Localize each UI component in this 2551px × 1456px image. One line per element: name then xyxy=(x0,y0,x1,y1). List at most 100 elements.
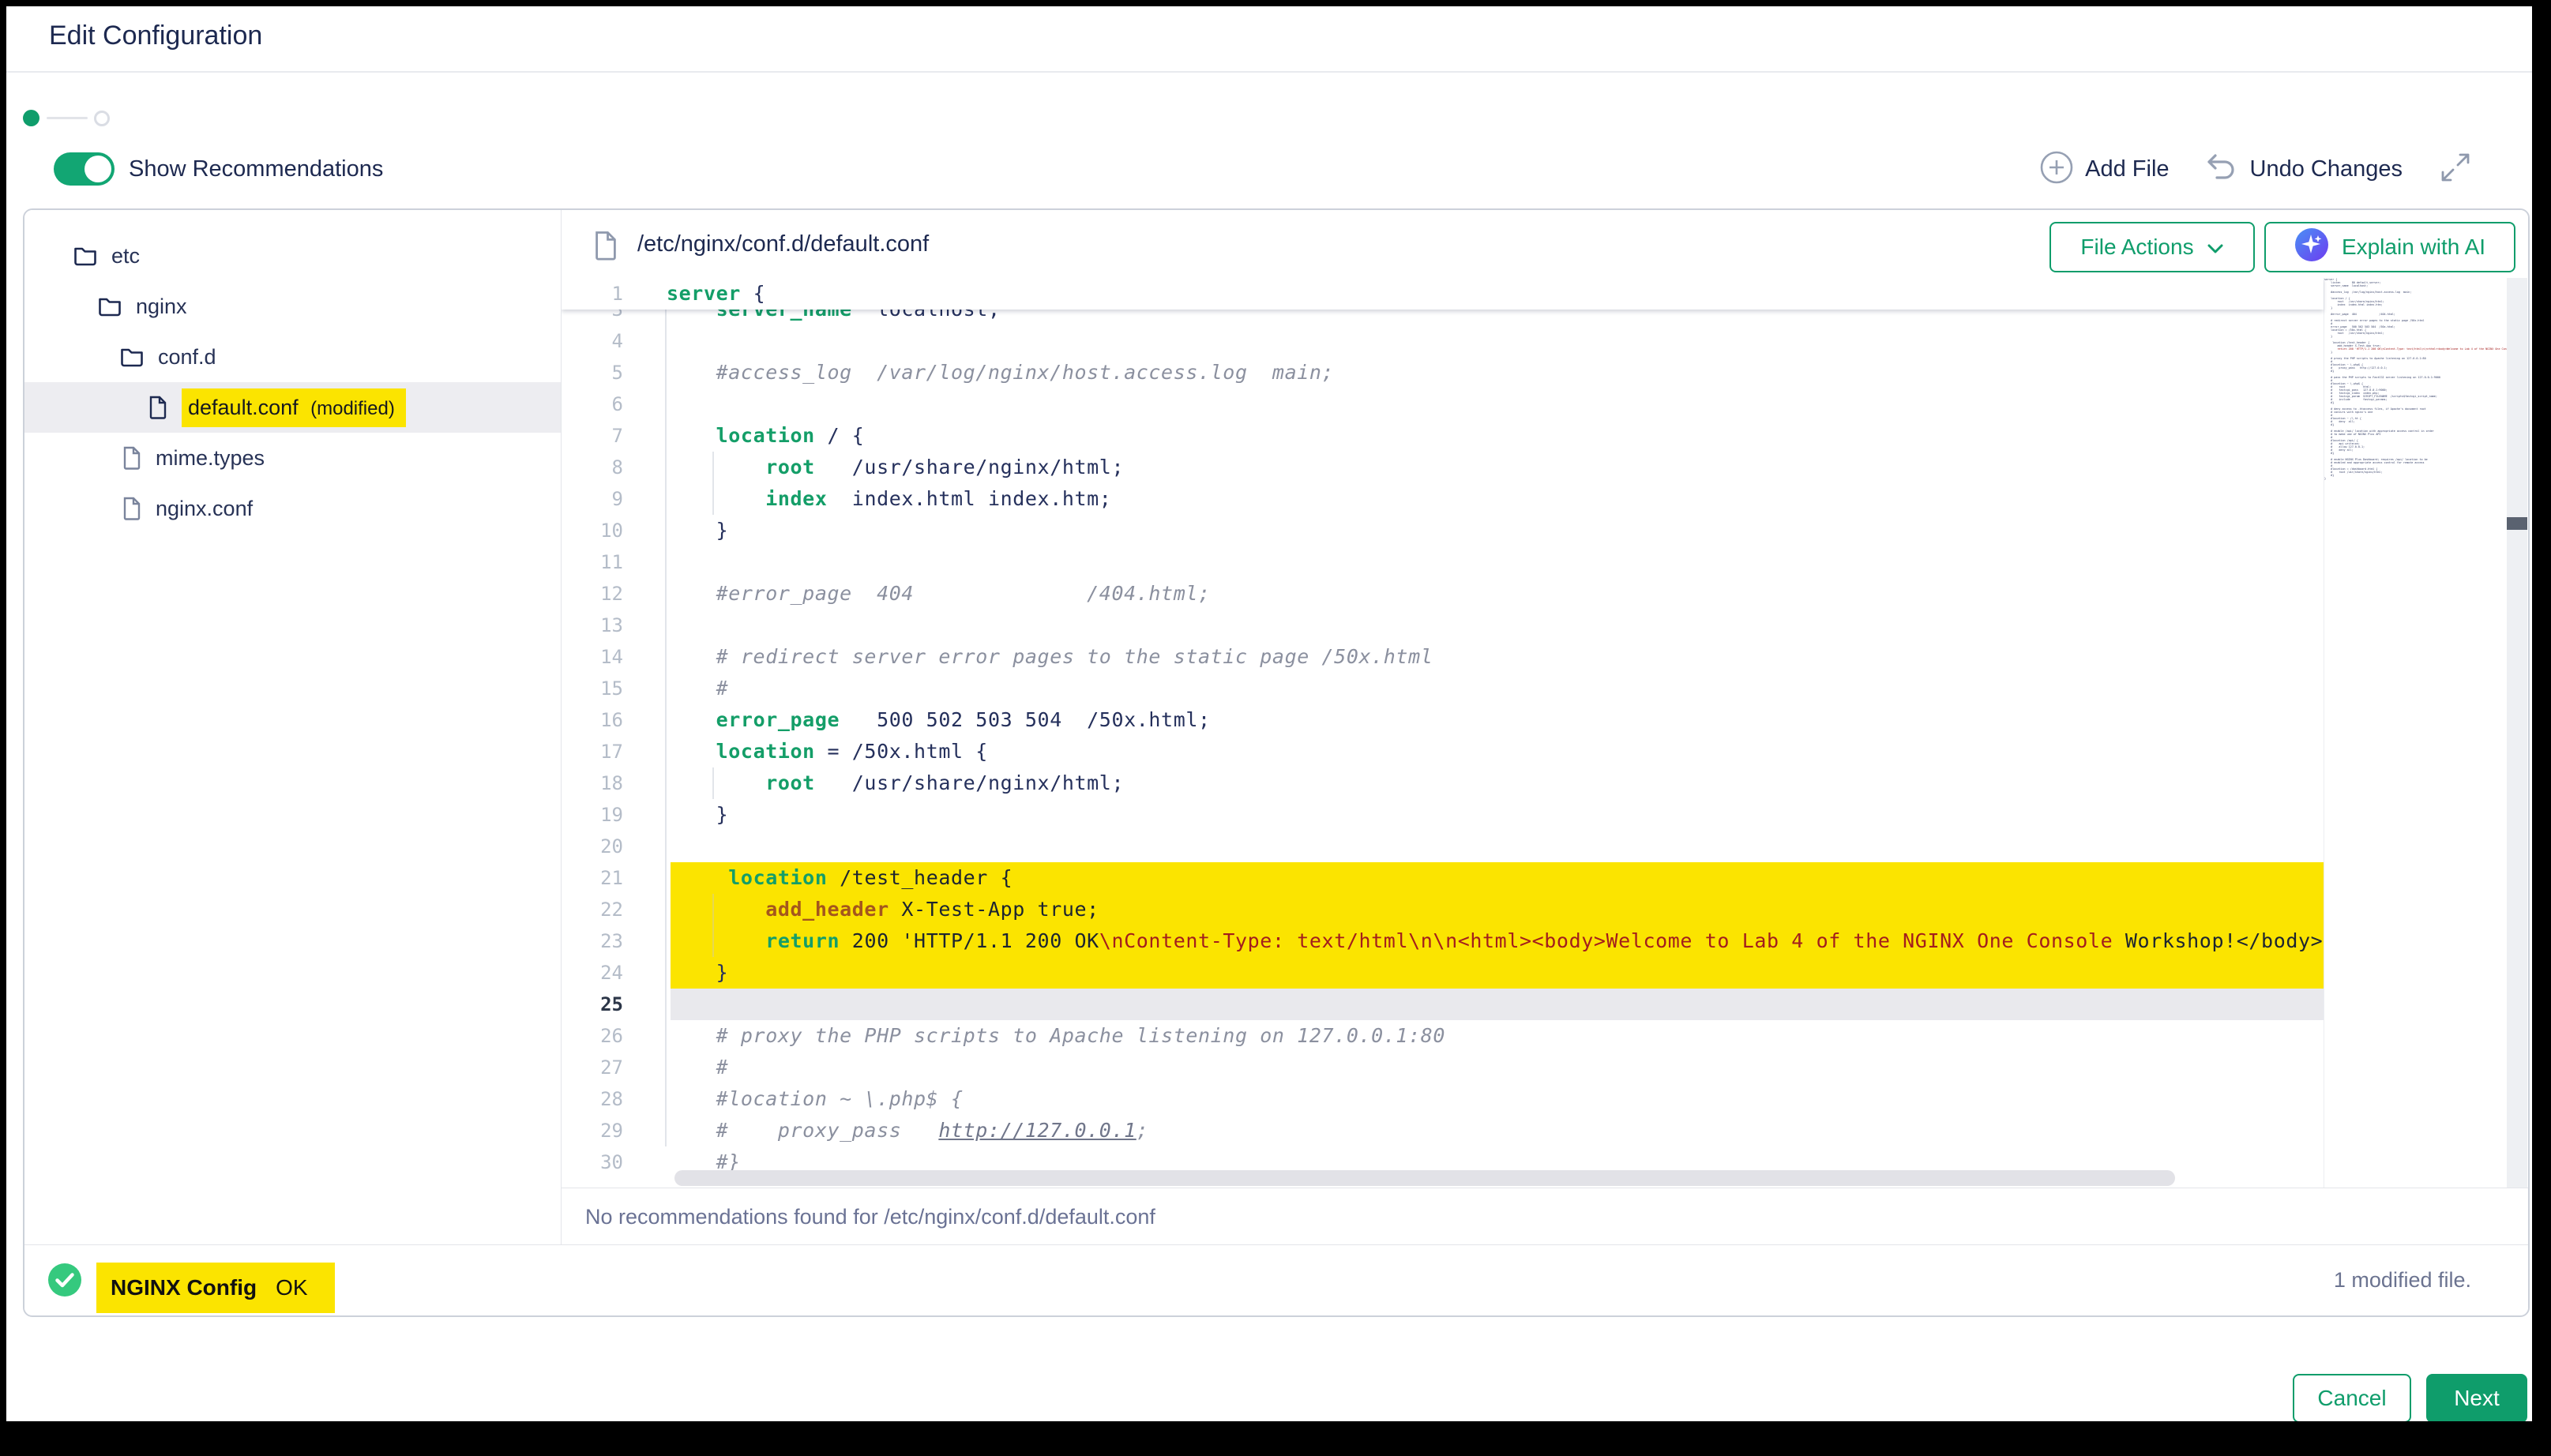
line-content: # proxy the PHP scripts to Apache listen… xyxy=(667,1020,2324,1052)
tree-item-label: etc xyxy=(111,244,140,268)
line-number: 27 xyxy=(562,1052,623,1083)
code-line-20[interactable]: 20 xyxy=(562,831,2324,862)
file-actions-label: File Actions xyxy=(2080,235,2193,260)
line-number: 18 xyxy=(562,767,623,799)
code-line-4[interactable]: 4 xyxy=(562,325,2324,357)
indent-guide xyxy=(712,894,714,957)
code-line-9[interactable]: 9 index index.html index.htm; xyxy=(562,483,2324,515)
code-line-18[interactable]: 18 root /usr/share/nginx/html; xyxy=(562,767,2324,799)
line-number: 6 xyxy=(562,388,623,420)
recommendations-row: No recommendations found for /etc/nginx/… xyxy=(562,1188,2528,1245)
line-number: 13 xyxy=(562,610,623,641)
line-content: # xyxy=(667,1052,2324,1083)
code-line-5[interactable]: 5 #access_log /var/log/nginx/host.access… xyxy=(562,357,2324,388)
explain-with-ai-button[interactable]: Explain with AI xyxy=(2264,222,2515,272)
code-line-1[interactable]: 1 server { xyxy=(562,278,2324,310)
horizontal-scrollbar[interactable] xyxy=(674,1170,2175,1186)
code-line-7[interactable]: 7 location / { xyxy=(562,420,2324,452)
code-line-6[interactable]: 6 xyxy=(562,388,2324,420)
line-number: 1 xyxy=(562,278,623,310)
vertical-scrollbar[interactable] xyxy=(2507,278,2527,1188)
vertical-scrollbar-thumb[interactable] xyxy=(2507,517,2527,530)
tree-item-nginx[interactable]: nginx xyxy=(24,281,561,332)
line-number: 12 xyxy=(562,578,623,610)
code-line-13[interactable]: 13 xyxy=(562,610,2324,641)
code-line-26[interactable]: 26 # proxy the PHP scripts to Apache lis… xyxy=(562,1020,2324,1052)
tree-item-label: mime.types xyxy=(156,446,265,471)
line-content: server { xyxy=(667,278,2324,310)
code-line-25[interactable]: 25 xyxy=(562,989,2324,1020)
line-number: 29 xyxy=(562,1115,623,1146)
file-actions-button[interactable]: File Actions xyxy=(2049,222,2255,272)
code-line-17[interactable]: 17 location = /50x.html { xyxy=(562,736,2324,767)
code-line-28[interactable]: 28 #location ~ \.php$ { xyxy=(562,1083,2324,1115)
sticky-line: 1 server { xyxy=(562,278,2324,310)
line-content: error_page 500 502 503 504 /50x.html; xyxy=(667,704,2324,736)
code-line-16[interactable]: 16 error_page 500 502 503 504 /50x.html; xyxy=(562,704,2324,736)
code-line-29[interactable]: 29 # proxy_pass http://127.0.0.1; xyxy=(562,1115,2324,1146)
line-content: # redirect server error pages to the sta… xyxy=(667,641,2324,673)
line-number: 3 xyxy=(562,310,623,325)
folder-icon xyxy=(120,347,144,367)
code-line-19[interactable]: 19 } xyxy=(562,799,2324,831)
line-number: 14 xyxy=(562,641,623,673)
code-line-3[interactable]: 3 server_name localhost; xyxy=(562,310,2324,325)
line-content: # xyxy=(667,673,2324,704)
minimap[interactable]: server { listen 80 default_server; serve… xyxy=(2324,278,2508,1188)
line-content: } xyxy=(667,799,2324,831)
undo-icon xyxy=(2204,150,2239,189)
expand-dialog-button[interactable] xyxy=(2437,149,2474,190)
edit-configuration-dialog: Edit Configuration Show Recommendations … xyxy=(6,6,2532,1421)
nginx-config-ok: OK xyxy=(276,1275,307,1300)
add-file-button[interactable]: Add File xyxy=(2039,150,2169,189)
code-line-14[interactable]: 14 # redirect server error pages to the … xyxy=(562,641,2324,673)
line-number: 4 xyxy=(562,325,623,357)
file-path: /etc/nginx/conf.d/default.conf xyxy=(637,210,929,278)
code-line-8[interactable]: 8 root /usr/share/nginx/html; xyxy=(562,452,2324,483)
modified-files-count: 1 modified file. xyxy=(2334,1245,2471,1315)
tree-item-nginx.conf[interactable]: nginx.conf xyxy=(24,483,561,534)
file-icon xyxy=(593,231,618,265)
code-line-24[interactable]: 24 } xyxy=(562,957,2324,989)
show-recommendations-label: Show Recommendations xyxy=(129,156,383,182)
tree-item-label: conf.d xyxy=(158,345,216,370)
line-number: 23 xyxy=(562,925,623,957)
line-number: 19 xyxy=(562,799,623,831)
code-line-23[interactable]: 23 return 200 'HTTP/1.1 200 OK\nContent-… xyxy=(562,925,2324,957)
top-actions: Add File Undo Changes xyxy=(2039,152,2474,186)
file-icon xyxy=(122,446,141,470)
line-number: 25 xyxy=(562,989,623,1020)
add-file-label: Add File xyxy=(2085,156,2169,182)
tree-item-etc[interactable]: etc xyxy=(24,231,561,281)
title-divider xyxy=(6,71,2532,73)
code-line-22[interactable]: 22 add_header X-Test-App true; xyxy=(562,894,2324,925)
step-dot-active xyxy=(23,110,39,126)
tree-item-default.conf[interactable]: default.conf (modified) xyxy=(24,382,561,433)
line-content: index index.html index.htm; xyxy=(667,483,2324,515)
file-tree: etc nginx conf.d default.conf (modified) mim… xyxy=(24,210,562,1244)
next-button[interactable]: Next xyxy=(2426,1374,2527,1421)
undo-changes-label: Undo Changes xyxy=(2250,156,2403,182)
line-number: 7 xyxy=(562,420,623,452)
tree-item-conf.d[interactable]: conf.d xyxy=(24,332,561,382)
code-line-10[interactable]: 10 } xyxy=(562,515,2324,546)
show-recommendations-toggle[interactable] xyxy=(54,152,115,186)
minimap-line: return 200 'HTTP/1.1 200 OK\nContent-Typ… xyxy=(2324,347,2508,351)
code-editor[interactable]: 3 server_name localhost;45 #access_log /… xyxy=(562,278,2528,1188)
code-line-27[interactable]: 27 # xyxy=(562,1052,2324,1083)
tree-item-mime.types[interactable]: mime.types xyxy=(24,433,561,483)
plus-circle-icon xyxy=(2039,150,2074,189)
cancel-button[interactable]: Cancel xyxy=(2293,1374,2411,1421)
undo-changes-button[interactable]: Undo Changes xyxy=(2204,150,2403,189)
page-title: Edit Configuration xyxy=(49,21,262,51)
step-connector xyxy=(47,117,88,119)
code-line-15[interactable]: 15 # xyxy=(562,673,2324,704)
code-line-12[interactable]: 12 #error_page 404 /404.html; xyxy=(562,578,2324,610)
code-line-11[interactable]: 11 xyxy=(562,546,2324,578)
tree-item-label: default.conf (modified) xyxy=(182,388,406,427)
line-number: 21 xyxy=(562,862,623,894)
line-content: return 200 'HTTP/1.1 200 OK\nContent-Typ… xyxy=(667,925,2324,957)
folder-icon xyxy=(98,296,122,317)
line-content: } xyxy=(667,515,2324,546)
code-line-21[interactable]: 21 location /test_header { xyxy=(562,862,2324,894)
